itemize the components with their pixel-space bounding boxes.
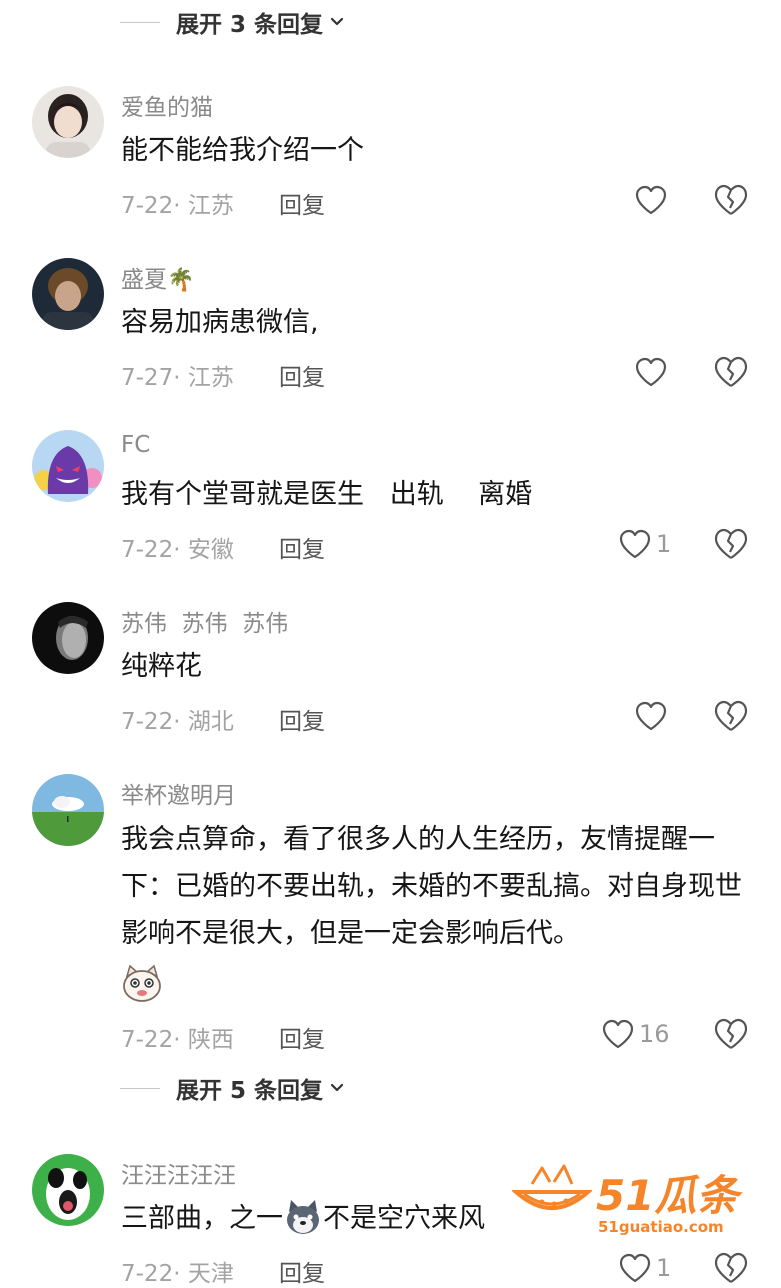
- divider-line: [120, 1087, 160, 1089]
- comment-text-part: 不是空穴来风: [323, 1203, 485, 1234]
- username[interactable]: 苏伟 苏伟 苏伟: [121, 604, 288, 638]
- comment-text: 我会点算命，看了很多人的人生经历，友情提醒一下：已婚的不要出轨，未婚的不要乱搞。…: [121, 824, 742, 949]
- username-text: 盛夏: [121, 267, 167, 293]
- expand-replies-top[interactable]: 展开 3 条回复: [120, 2, 345, 42]
- avatar[interactable]: [32, 1154, 104, 1226]
- heart-icon: [619, 1253, 651, 1283]
- avatar[interactable]: [32, 774, 104, 846]
- comment-text: 纯粹花: [121, 651, 202, 682]
- like-button[interactable]: [634, 356, 668, 388]
- reply-button[interactable]: 回复: [279, 1020, 325, 1054]
- avatar[interactable]: [32, 258, 104, 330]
- like-button[interactable]: [634, 184, 668, 216]
- like-count: 1: [656, 530, 672, 558]
- broken-heart-icon[interactable]: [713, 1017, 749, 1051]
- comment-region: 陕西: [187, 1027, 234, 1053]
- username[interactable]: 举杯邀明月: [121, 776, 236, 810]
- chevron-down-icon: [330, 17, 344, 26]
- broken-heart-icon[interactable]: [713, 355, 749, 389]
- reply-button[interactable]: 回复: [279, 358, 325, 392]
- avatar[interactable]: [32, 86, 104, 158]
- like-count: 1: [656, 1254, 672, 1282]
- comment-meta: 7-22· 湖北: [121, 709, 234, 735]
- comment-date: 7-22: [121, 1027, 174, 1053]
- heart-icon: [602, 1019, 634, 1049]
- like-button[interactable]: 16: [601, 1018, 670, 1050]
- like-button[interactable]: [634, 700, 668, 732]
- watermelon-logo-icon: [512, 1164, 592, 1210]
- comment-meta: 7-22· 陕西: [121, 1027, 234, 1053]
- username[interactable]: FC: [121, 432, 150, 458]
- expand-replies-mid[interactable]: 展开 5 条回复: [120, 1068, 345, 1108]
- palm-emoji: 🌴: [167, 268, 195, 293]
- cat-sticker-icon: [123, 964, 161, 1002]
- comment-date: 7-22: [121, 537, 174, 563]
- watermark-url: 51guatiao.com: [598, 1218, 724, 1236]
- reply-button[interactable]: 回复: [279, 530, 325, 564]
- heart-icon: [619, 529, 651, 559]
- heart-icon: [635, 701, 667, 731]
- avatar[interactable]: [32, 430, 104, 502]
- broken-heart-icon[interactable]: [713, 699, 749, 733]
- comment-date: 7-22: [121, 193, 174, 219]
- reply-button[interactable]: 回复: [279, 702, 325, 736]
- comment-date: 7-27: [121, 365, 174, 391]
- comment-text: 能不能给我介绍一个: [121, 135, 364, 166]
- chevron-down-icon: [330, 1083, 344, 1092]
- comment-meta: 7-22· 安徽: [121, 537, 234, 563]
- watermark-brand: 51瓜条: [596, 1171, 739, 1220]
- like-button[interactable]: 1: [618, 528, 671, 560]
- comment-meta: 7-22· 江苏: [121, 193, 234, 219]
- comment-region: 安徽: [187, 537, 234, 563]
- expand-replies-label: 展开 5 条回复: [176, 1078, 324, 1104]
- reply-button[interactable]: 回复: [279, 186, 325, 220]
- comment-region: 天津: [187, 1261, 234, 1287]
- dog-emoji-icon: [287, 1199, 319, 1234]
- heart-icon: [635, 185, 667, 215]
- broken-heart-icon[interactable]: [713, 527, 749, 561]
- comment-meta: 7-22· 天津: [121, 1261, 234, 1287]
- comment-item: 爱鱼的猫 能不能给我介绍一个 7-22· 江苏 回复: [0, 86, 781, 226]
- username[interactable]: 盛夏🌴: [121, 260, 194, 294]
- comment-meta: 7-27· 江苏: [121, 365, 234, 391]
- comment-text: 我有个堂哥就是医生 出轨 离婚: [121, 479, 533, 510]
- comment-item: 苏伟 苏伟 苏伟 纯粹花 7-22· 湖北 回复: [0, 602, 781, 742]
- expand-replies-label: 展开 3 条回复: [176, 12, 324, 38]
- username[interactable]: 汪汪汪汪汪: [121, 1156, 236, 1190]
- comment-region: 江苏: [187, 193, 234, 219]
- avatar[interactable]: [32, 602, 104, 674]
- comment-date: 7-22: [121, 1261, 174, 1287]
- comment-date: 7-22: [121, 709, 174, 735]
- divider-line: [120, 21, 160, 23]
- comment-region: 江苏: [187, 365, 234, 391]
- like-count: 16: [639, 1020, 670, 1048]
- reply-button[interactable]: 回复: [279, 1254, 325, 1288]
- heart-icon: [635, 357, 667, 387]
- comment-item: FC 我有个堂哥就是医生 出轨 离婚 7-22· 安徽 回复 1: [0, 430, 781, 570]
- comment-text: 容易加病患微信,: [121, 307, 319, 338]
- like-button[interactable]: 1: [618, 1252, 671, 1284]
- username[interactable]: 爱鱼的猫: [121, 88, 213, 122]
- watermark-logo: 51瓜条 51guatiao.com: [512, 1160, 762, 1240]
- comment-region: 湖北: [187, 709, 234, 735]
- comment-text-part: 三部曲，之一: [121, 1203, 283, 1234]
- comment-item: 盛夏🌴 容易加病患微信, 7-27· 江苏 回复: [0, 258, 781, 398]
- comment-item: 举杯邀明月 我会点算命，看了很多人的人生经历，友情提醒一下：已婚的不要出轨，未婚…: [0, 774, 781, 1074]
- broken-heart-icon[interactable]: [713, 183, 749, 217]
